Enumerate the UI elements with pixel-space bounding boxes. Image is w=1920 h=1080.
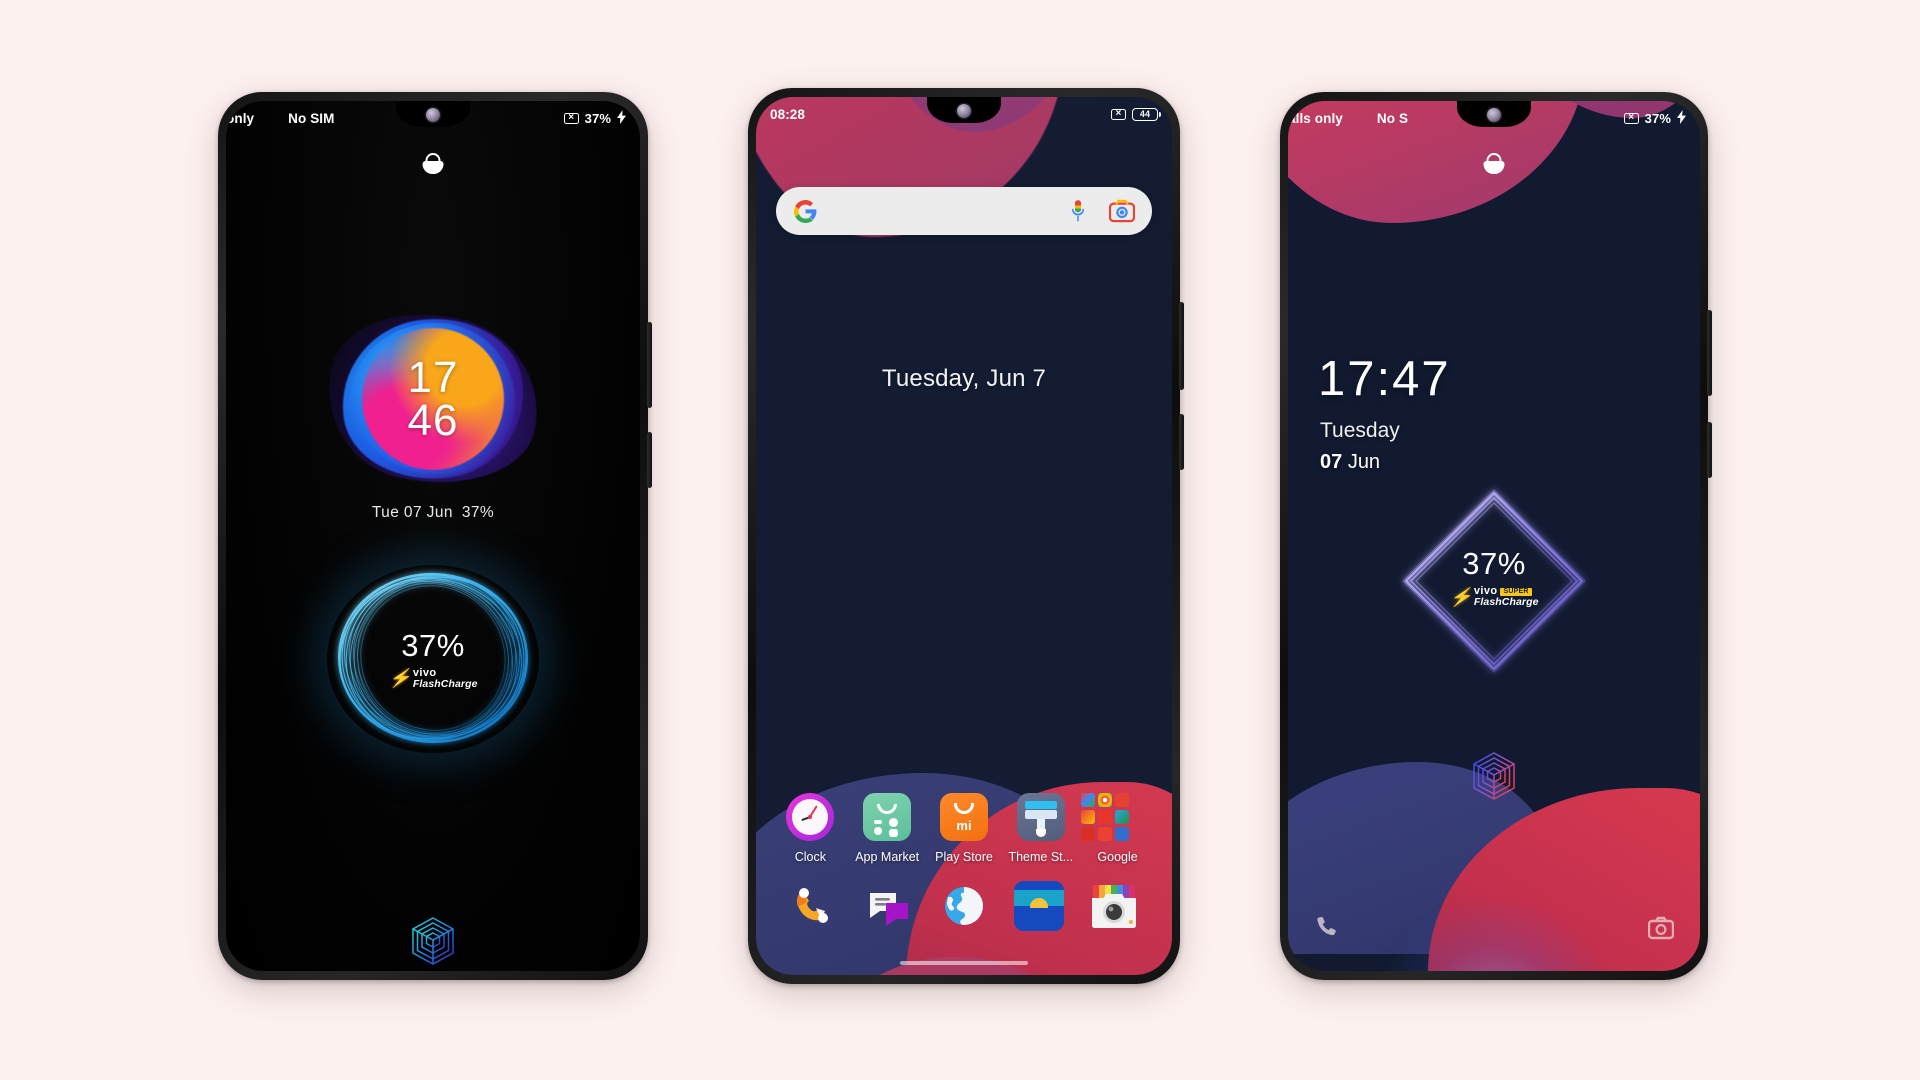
app-label: App Market — [855, 850, 920, 864]
charging-bolt-icon — [1677, 110, 1686, 126]
phone3-clock-day: 07 — [1320, 451, 1343, 473]
phone2-volume-button[interactable] — [1179, 302, 1184, 390]
camera-icon[interactable] — [1089, 881, 1139, 931]
phone1-power-button[interactable] — [647, 432, 652, 488]
front-camera-lens — [1487, 108, 1501, 122]
phone3-power-button[interactable] — [1707, 422, 1712, 478]
lock-closed-icon — [422, 153, 444, 174]
phone2-battery-level: 44 — [1139, 109, 1151, 119]
phone1-volume-button[interactable] — [647, 322, 652, 408]
phone1-clock-minutes: 46 — [407, 396, 459, 445]
phone-1-always-on-display: only No SIM 37% — [218, 92, 652, 980]
flashcharge-bolt-icon: ⚡ — [388, 668, 410, 689]
google-folder-icon — [1080, 793, 1129, 841]
phone3-clock-time[interactable]: 17:47 — [1318, 355, 1451, 404]
phone1-sim-label: No SIM — [288, 110, 335, 126]
flashcharge-logo: ⚡ vivo FlashCharge — [358, 667, 508, 690]
microphone-icon[interactable] — [1069, 199, 1087, 224]
phone3-product-label: FlashCharge — [1473, 596, 1539, 609]
app-icon-clock[interactable]: Clock — [773, 793, 847, 864]
phone1-charge-info: 37% ⚡ vivo FlashCharge — [358, 628, 508, 690]
phone3-carrier-label: alls only — [1288, 110, 1343, 126]
phone2-power-button[interactable] — [1179, 414, 1184, 470]
gallery-icon[interactable] — [1014, 881, 1065, 931]
app-label: Play Store — [935, 850, 993, 864]
app-icon-theme-store[interactable]: Theme St... — [1004, 793, 1078, 864]
home-gesture-bar[interactable] — [900, 961, 1028, 965]
phone1-carrier-label: only — [226, 110, 255, 126]
battery-icon: 44 — [1132, 107, 1161, 121]
phone1-clock-widget[interactable]: 17 46 — [311, 294, 555, 504]
app-market-icon — [863, 793, 912, 841]
app-icon-app-market[interactable]: App Market — [850, 793, 924, 864]
phone1-battery-percent: 37% — [584, 110, 611, 126]
phone1-date-text: Tue 07 Jun — [371, 504, 453, 521]
google-search-bar[interactable] — [776, 187, 1152, 235]
phone3-clock-month: Jun — [1347, 451, 1381, 473]
flashcharge-logo: ⚡ vivo SUPER FlashCharge — [1419, 585, 1569, 609]
phone1-clock-hours: 17 — [407, 352, 459, 402]
google-g-icon — [793, 199, 818, 224]
phone-3-lock-screen: alls only No S 37% 17:47 Tuesday 07 Jun — [1280, 92, 1712, 980]
theme-store-icon — [1016, 793, 1065, 841]
phone1-product-label: FlashCharge — [412, 677, 478, 690]
front-camera-lens — [426, 108, 440, 122]
fingerprint-cube-icon[interactable] — [1471, 751, 1517, 801]
phone1-clock-digits: 17 46 — [407, 352, 459, 445]
app-icon-google-folder[interactable]: Google — [1080, 793, 1155, 864]
phone1-battery-text: 37% — [461, 504, 495, 521]
browser-globe-icon[interactable] — [939, 881, 989, 931]
phone3-charge-widget: 37% ⚡ vivo SUPER FlashCharge — [1394, 481, 1594, 681]
phone1-charge-percent: 37% — [401, 627, 465, 663]
app-label: Google — [1097, 850, 1138, 864]
phone1-info-line: Tue 07 Jun 37% — [372, 504, 494, 522]
screenshot-canvas: only No SIM 37% — [0, 0, 1920, 1080]
dock — [756, 881, 1172, 931]
phone-2-home-screen: 08:28 44 — [748, 88, 1184, 984]
phone1-charge-widget: 37% ⚡ vivo FlashCharge — [317, 556, 549, 761]
app-label: Theme St... — [1008, 850, 1074, 864]
lock-closed-icon — [1483, 153, 1505, 174]
fingerprint-cube-icon[interactable] — [410, 916, 456, 966]
clock-app-icon — [786, 793, 835, 841]
phone3-screen[interactable]: alls only No S 37% 17:47 Tuesday 07 Jun — [1288, 101, 1700, 971]
phone3-clock-date: 07 Jun — [1320, 451, 1380, 474]
phone-dialer-icon[interactable] — [789, 881, 839, 931]
phone3-charge-info: 37% ⚡ vivo SUPER FlashCharge — [1419, 546, 1569, 608]
phone3-volume-button[interactable] — [1707, 310, 1712, 396]
phone3-super-badge: SUPER — [1500, 587, 1532, 596]
no-signal-icon — [1623, 112, 1639, 124]
play-store-icon: mi — [939, 793, 988, 841]
no-signal-icon — [563, 112, 579, 124]
google-lens-icon[interactable] — [1108, 199, 1136, 223]
phone1-screen[interactable]: only No SIM 37% — [226, 101, 640, 971]
front-camera-lens — [957, 104, 971, 118]
phone3-sim-label: No S — [1376, 110, 1409, 126]
app-icon-play-store[interactable]: mi Play Store — [927, 793, 1001, 864]
no-signal-icon — [1111, 108, 1126, 120]
phone2-screen[interactable]: 08:28 44 — [756, 97, 1172, 975]
phone2-clock: 08:28 — [770, 106, 806, 122]
messages-icon[interactable] — [864, 881, 914, 931]
phone3-battery-percent: 37% — [1644, 110, 1671, 126]
app-row: Clock App Market mi Play Store Theme St.… — [756, 793, 1172, 864]
phone3-clock-weekday: Tuesday — [1320, 419, 1400, 442]
home-date-widget[interactable]: Tuesday, Jun 7 — [756, 365, 1172, 393]
phone3-charge-percent: 37% — [1462, 546, 1526, 582]
flashcharge-bolt-icon: ⚡ — [1449, 586, 1471, 607]
charging-bolt-icon — [617, 110, 626, 126]
app-label: Clock — [794, 850, 827, 864]
phone-shortcut[interactable] — [1314, 914, 1340, 945]
camera-shortcut[interactable] — [1647, 916, 1675, 945]
